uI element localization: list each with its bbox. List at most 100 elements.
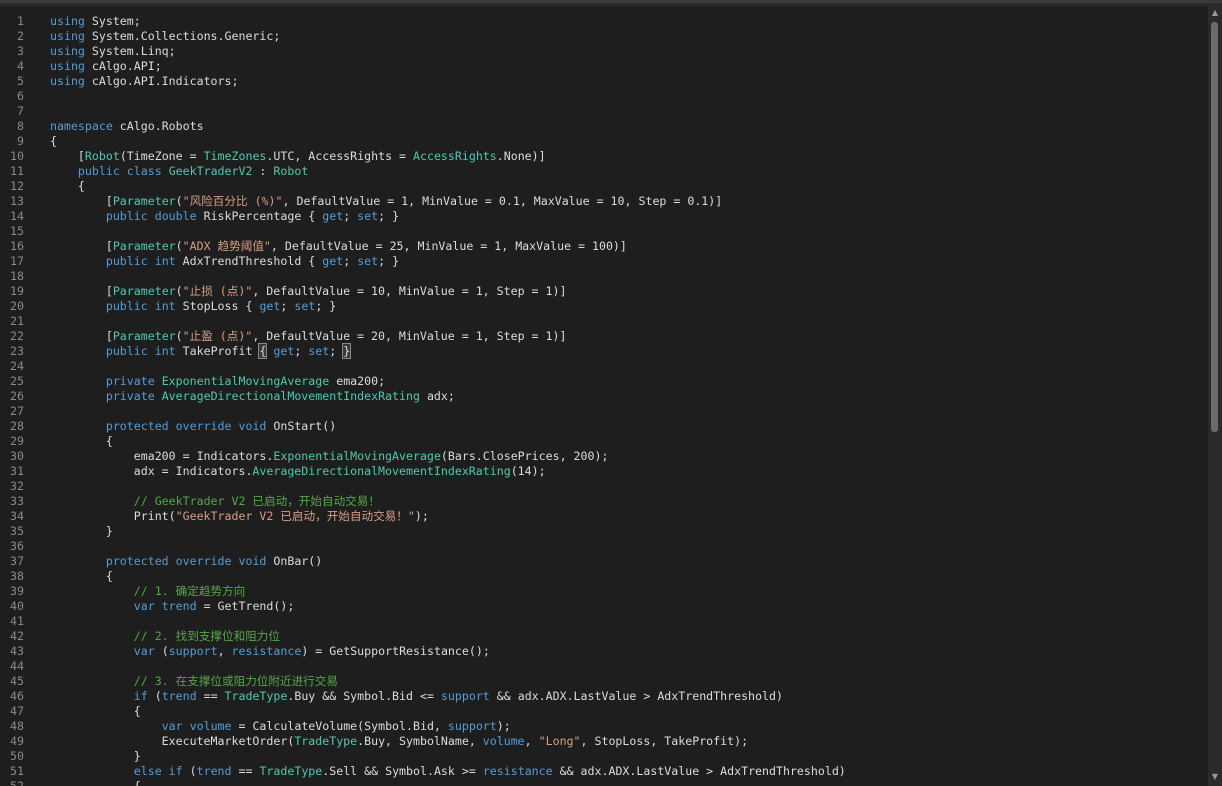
code-line[interactable]: [Parameter("止盈 (点)", DefaultValue = 20, … xyxy=(50,329,1208,344)
code-line[interactable]: protected override void OnBar() xyxy=(50,554,1208,569)
code-line[interactable]: using System.Collections.Generic; xyxy=(50,29,1208,44)
code-line[interactable]: { xyxy=(50,704,1208,719)
code-line[interactable]: else if (trend == TradeType.Sell && Symb… xyxy=(50,764,1208,779)
code-token: .Buy && Symbol.Bid <= xyxy=(287,689,441,703)
code-token: void xyxy=(238,554,267,568)
code-token: AverageDirectionalMovementIndexRating xyxy=(252,464,511,478)
scroll-down-icon[interactable]: ▼ xyxy=(1208,770,1222,784)
code-token: protected xyxy=(105,554,169,568)
code-line[interactable]: // GeekTrader V2 已启动，开始自动交易！ xyxy=(50,494,1208,509)
code-line[interactable]: public class GeekTraderV2 : Robot xyxy=(50,164,1208,179)
code-token: public xyxy=(105,254,148,268)
code-line[interactable]: private AverageDirectionalMovementIndexR… xyxy=(50,389,1208,404)
code-line[interactable]: ExecuteMarketOrder(TradeType.Buy, Symbol… xyxy=(50,734,1208,749)
code-line[interactable]: // 1. 确定趋势方向 xyxy=(50,584,1208,599)
code-line[interactable]: private ExponentialMovingAverage ema200; xyxy=(50,374,1208,389)
code-line[interactable]: { xyxy=(50,179,1208,194)
code-line[interactable]: public double RiskPercentage { get; set;… xyxy=(50,209,1208,224)
code-line[interactable]: // 3. 在支撑位或阻力位附近进行交易 xyxy=(50,674,1208,689)
code-area[interactable]: using System; using System.Collections.Ge… xyxy=(50,14,1208,786)
code-line[interactable]: public int StopLoss { get; set; } xyxy=(50,299,1208,314)
code-token: cAlgo.API.Indicators; xyxy=(84,74,239,88)
code-line[interactable]: var (support, resistance) = GetSupportRe… xyxy=(50,644,1208,659)
line-number: 45 xyxy=(10,674,24,688)
code-line[interactable]: ema200 = Indicators.ExponentialMovingAve… xyxy=(50,449,1208,464)
code-line[interactable] xyxy=(50,224,1208,239)
code-line[interactable] xyxy=(50,314,1208,329)
code-line[interactable] xyxy=(50,89,1208,104)
code-token: get xyxy=(322,254,344,268)
code-line[interactable]: [Parameter("ADX 趋势阈值", DefaultValue = 25… xyxy=(50,239,1208,254)
vertical-scrollbar[interactable]: ▲ ▼ xyxy=(1208,6,1222,786)
code-line[interactable]: protected override void OnStart() xyxy=(50,419,1208,434)
scroll-up-icon[interactable]: ▲ xyxy=(1208,6,1222,20)
code-line[interactable] xyxy=(50,269,1208,284)
code-token: override xyxy=(175,554,232,568)
code-line[interactable]: using System.Linq; xyxy=(50,44,1208,59)
code-line[interactable] xyxy=(50,404,1208,419)
code-line[interactable]: { xyxy=(50,434,1208,449)
code-token: void xyxy=(238,419,267,433)
code-token: public xyxy=(105,344,148,358)
code-line[interactable]: [Robot(TimeZone = TimeZones.UTC, AccessR… xyxy=(50,149,1208,164)
code-line[interactable]: using System; xyxy=(50,14,1208,29)
code-line[interactable]: using cAlgo.API.Indicators; xyxy=(50,74,1208,89)
code-line[interactable]: } xyxy=(50,524,1208,539)
line-number: 24 xyxy=(10,359,24,373)
code-line[interactable]: var trend = GetTrend(); xyxy=(50,599,1208,614)
code-line[interactable]: // 2. 找到支撑位和阻力位 xyxy=(50,629,1208,644)
code-line[interactable]: public int AdxTrendThreshold { get; set;… xyxy=(50,254,1208,269)
code-token: "ADX 趋势阈值" xyxy=(182,239,271,253)
code-line[interactable] xyxy=(50,359,1208,374)
code-line[interactable]: using cAlgo.API; xyxy=(50,59,1208,74)
code-token: trend xyxy=(196,764,232,778)
code-token: { xyxy=(50,569,113,583)
code-editor[interactable]: 1 2 3 4 5 6 7 8 9 10 11 12 13 14 15 16 17 18 19 20 21 22 23 24 2… xyxy=(0,6,1208,786)
code-token: double xyxy=(154,209,197,223)
line-number: 2 xyxy=(17,29,24,43)
code-token: // 2. 找到支撑位和阻力位 xyxy=(133,629,280,643)
line-number: 30 xyxy=(10,449,24,463)
code-line[interactable]: { xyxy=(50,569,1208,584)
code-token: , DefaultValue = 1, MinValue = 0.1, MaxV… xyxy=(282,194,723,208)
code-token: ; xyxy=(294,344,309,358)
line-number: 47 xyxy=(10,704,24,718)
code-line[interactable]: [Parameter("止损 (点)", DefaultValue = 10, … xyxy=(50,284,1208,299)
code-token: private xyxy=(105,389,155,403)
code-line[interactable] xyxy=(50,659,1208,674)
code-token: Print( xyxy=(50,509,176,523)
line-number: 10 xyxy=(10,149,24,163)
line-number: 28 xyxy=(10,419,24,433)
code-line[interactable]: namespace cAlgo.Robots xyxy=(50,119,1208,134)
code-line[interactable]: [Parameter("风险百分比 (%)", DefaultValue = 1… xyxy=(50,194,1208,209)
code-token: : xyxy=(252,164,274,178)
code-token: support xyxy=(440,689,490,703)
code-line[interactable] xyxy=(50,614,1208,629)
code-line[interactable]: var volume = CalculateVolume(Symbol.Bid,… xyxy=(50,719,1208,734)
code-line[interactable]: public int TakeProfit { get; set; } xyxy=(50,343,1208,359)
line-number: 5 xyxy=(17,74,24,88)
code-line[interactable] xyxy=(50,479,1208,494)
code-line[interactable] xyxy=(50,539,1208,554)
code-line[interactable] xyxy=(50,104,1208,119)
code-token: && adx.ADX.LastValue > AdxTrendThreshold… xyxy=(552,764,846,778)
code-token: OnBar() xyxy=(266,554,323,568)
code-token: Robot xyxy=(273,164,309,178)
code-line[interactable]: Print("GeekTrader V2 已启动，开始自动交易！"); xyxy=(50,509,1208,524)
code-token: .Buy, SymbolName, xyxy=(357,734,483,748)
line-number: 33 xyxy=(10,494,24,508)
code-token: "Long" xyxy=(538,734,581,748)
scrollbar-thumb[interactable] xyxy=(1211,22,1218,432)
code-line[interactable]: { xyxy=(50,779,1208,786)
code-line[interactable]: adx = Indicators.AverageDirectionalMovem… xyxy=(50,464,1208,479)
code-line[interactable]: { xyxy=(50,134,1208,149)
code-token: ExponentialMovingAverage xyxy=(273,449,441,463)
code-line[interactable]: if (trend == TradeType.Buy && Symbol.Bid… xyxy=(50,689,1208,704)
line-number: 14 xyxy=(10,209,24,223)
code-line[interactable]: } xyxy=(50,749,1208,764)
line-number: 12 xyxy=(10,179,24,193)
code-token: ( xyxy=(182,764,197,778)
line-number: 51 xyxy=(10,764,24,778)
